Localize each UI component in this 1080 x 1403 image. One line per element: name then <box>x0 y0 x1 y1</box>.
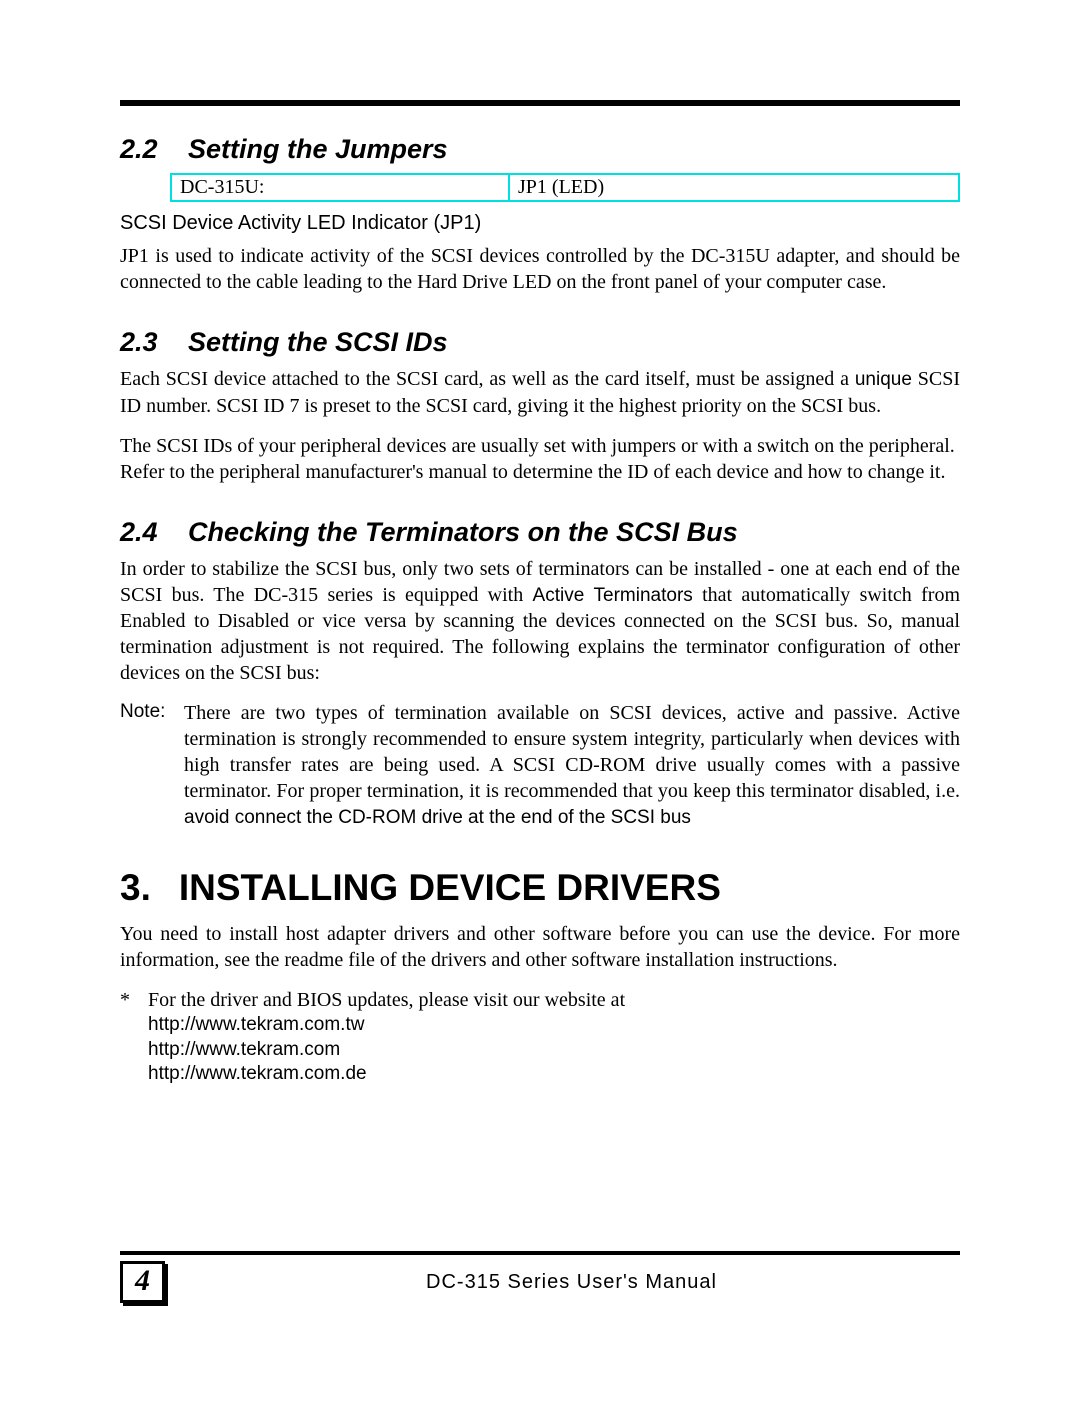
link-url: http://www.tekram.com <box>148 1038 960 1063</box>
paragraph: In order to stabilize the SCSI bus, only… <box>120 556 960 687</box>
section-title: Setting the SCSI IDs <box>188 327 448 358</box>
text-run: There are two types of termination avail… <box>184 702 960 802</box>
subheading-led-indicator: SCSI Device Activity LED Indicator (JP1) <box>120 212 960 235</box>
update-links: http://www.tekram.com.tw http://www.tekr… <box>148 1013 960 1087</box>
note-block: Note: There are two types of termination… <box>120 700 960 831</box>
section-heading-2-3: 2.3 Setting the SCSI IDs <box>120 327 960 358</box>
jumper-table-cell-model: DC-315U: <box>172 175 510 200</box>
bullet-mark: * <box>120 987 148 1013</box>
note-text: There are two types of termination avail… <box>184 700 960 831</box>
footer-row: 4 DC-315 Series User's Manual <box>120 1261 960 1303</box>
link-url: http://www.tekram.com.de <box>148 1062 960 1087</box>
page-number: 4 <box>120 1261 165 1303</box>
section-title: Setting the Jumpers <box>188 134 448 165</box>
section-heading-2-2: 2.2 Setting the Jumpers <box>120 134 960 165</box>
section-title: Checking the Terminators on the SCSI Bus <box>188 517 738 548</box>
emphasis-unique: unique <box>855 369 912 390</box>
emphasis-active-terminators: Active Terminators <box>533 585 693 606</box>
paragraph: The SCSI IDs of your peripheral devices … <box>120 433 960 485</box>
document-page: 2.2 Setting the Jumpers DC-315U: JP1 (LE… <box>0 0 1080 1403</box>
jumper-table-cell-jumper: JP1 (LED) <box>510 175 958 200</box>
section-number: 2.3 <box>120 327 166 358</box>
link-url: http://www.tekram.com.tw <box>148 1013 960 1038</box>
bullet-item: * For the driver and BIOS updates, pleas… <box>120 987 960 1013</box>
chapter-heading-3: 3. INSTALLING DEVICE DRIVERS <box>120 867 960 909</box>
section-number: 2.4 <box>120 517 166 548</box>
jumper-table: DC-315U: JP1 (LED) <box>170 173 960 202</box>
page-footer: 4 DC-315 Series User's Manual <box>120 1251 960 1303</box>
section-number: 2.2 <box>120 134 166 165</box>
section-heading-2-4: 2.4 Checking the Terminators on the SCSI… <box>120 517 960 548</box>
chapter-number: 3. <box>120 867 151 909</box>
footer-title: DC-315 Series User's Manual <box>183 1271 960 1294</box>
chapter-title: INSTALLING DEVICE DRIVERS <box>179 867 721 909</box>
note-label: Note: <box>120 700 174 831</box>
paragraph: JP1 is used to indicate activity of the … <box>120 243 960 295</box>
paragraph: Each SCSI device attached to the SCSI ca… <box>120 366 960 419</box>
text-run: Each SCSI device attached to the SCSI ca… <box>120 368 855 390</box>
footer-horizontal-rule <box>120 1251 960 1255</box>
emphasis-avoid-cdrom: avoid connect the CD-ROM drive at the en… <box>184 807 691 828</box>
paragraph: You need to install host adapter drivers… <box>120 921 960 973</box>
bullet-text: For the driver and BIOS updates, please … <box>148 987 960 1013</box>
top-horizontal-rule <box>120 100 960 106</box>
